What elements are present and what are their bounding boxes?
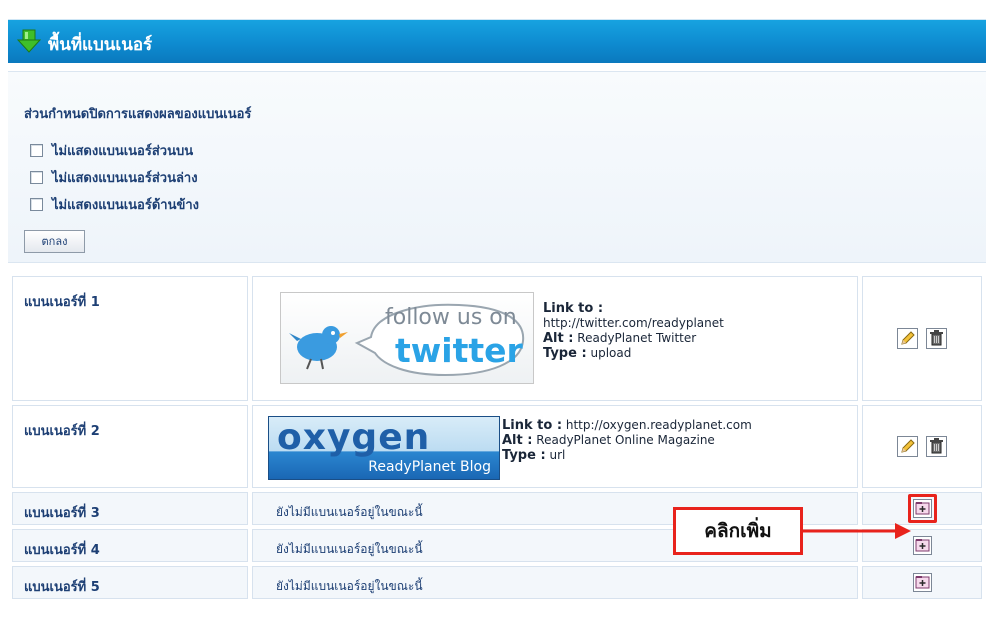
checkbox-hide-top[interactable] — [30, 143, 43, 157]
twitter-banner-image[interactable]: follow us on twitter — [280, 292, 534, 384]
banner-image-text-1: follow us on — [385, 305, 517, 330]
banner-area-panel: พื้นที่แบนเนอร์ ส่วนกำหนดปิดการแสดงผลของ… — [8, 19, 986, 599]
green-down-arrow-icon — [17, 29, 41, 53]
banner-actions-cell — [862, 405, 982, 488]
add-folder-icon — [915, 502, 929, 515]
alt-value: ReadyPlanet Online Magazine — [536, 433, 715, 447]
banner-name: แบนเนอร์ที่ 1 — [24, 295, 100, 310]
add-folder-icon — [915, 576, 929, 589]
alt-value: ReadyPlanet Twitter — [577, 331, 697, 345]
banner-name-cell: แบนเนอร์ที่ 3 — [12, 492, 248, 525]
banner-actions-cell — [862, 276, 982, 401]
link-label: Link to : — [543, 301, 604, 316]
table-row: แบนเนอร์ที่ 1 follow us on twitter Link … — [12, 276, 982, 401]
banner-content-cell: ยังไม่มีแบนเนอร์อยู่ในขณะนี้ — [252, 566, 858, 599]
type-value: url — [549, 448, 566, 462]
display-settings-box: ส่วนกำหนดปิดการแสดงผลของแบนเนอร์ ไม่แสดง… — [8, 71, 986, 263]
add-button[interactable] — [912, 573, 932, 592]
alt-label: Alt : — [502, 433, 533, 448]
delete-button[interactable] — [926, 328, 948, 349]
banner-info: Link to : http://twitter.com/readyplanet… — [543, 301, 724, 361]
add-button-highlight — [907, 494, 937, 523]
banner-name-cell: แบนเนอร์ที่ 1 — [12, 276, 248, 401]
ok-button[interactable]: ตกลง — [24, 230, 85, 253]
type-label: Type : — [543, 346, 587, 361]
add-folder-icon — [915, 539, 929, 552]
banner-image-text-2: twitter — [395, 331, 523, 370]
checkbox-hide-bottom[interactable] — [30, 170, 43, 184]
link-value: http://oxygen.readyplanet.com — [565, 418, 752, 432]
banner-name: แบนเนอร์ที่ 4 — [24, 543, 100, 558]
callout-arrow-icon — [803, 523, 911, 539]
add-button[interactable] — [912, 536, 932, 555]
click-add-callout: คลิกเพิ่ม — [673, 507, 803, 555]
option-label: ไม่แสดงแบนเนอร์ส่วนบน — [52, 143, 194, 159]
banner-content-cell: oxygen ReadyPlanet Blog Link to : http:/… — [252, 405, 858, 488]
edit-button[interactable] — [896, 328, 918, 349]
banner-actions-cell — [862, 566, 982, 599]
banner-info: Link to : http://oxygen.readyplanet.com … — [502, 418, 752, 463]
type-value: upload — [590, 346, 632, 360]
table-row: แบนเนอร์ที่ 5 ยังไม่มีแบนเนอร์อยู่ในขณะน… — [12, 566, 982, 599]
option-hide-top[interactable]: ไม่แสดงแบนเนอร์ส่วนบน — [30, 140, 193, 160]
banner-name-cell: แบนเนอร์ที่ 2 — [12, 405, 248, 488]
oxygen-banner-image[interactable]: oxygen ReadyPlanet Blog — [268, 416, 500, 480]
no-banner-text: ยังไม่มีแบนเนอร์อยู่ในขณะนี้ — [276, 579, 423, 593]
banner-name: แบนเนอร์ที่ 5 — [24, 580, 100, 595]
delete-button[interactable] — [926, 436, 948, 457]
banner-name-cell: แบนเนอร์ที่ 5 — [12, 566, 248, 599]
pencil-icon — [901, 439, 915, 453]
banner-name: แบนเนอร์ที่ 3 — [24, 506, 100, 521]
banner-name-cell: แบนเนอร์ที่ 4 — [12, 529, 248, 562]
section-header: พื้นที่แบนเนอร์ — [8, 19, 986, 63]
table-row: แบนเนอร์ที่ 2 oxygen ReadyPlanet Blog Li… — [12, 405, 982, 488]
banner-name: แบนเนอร์ที่ 2 — [24, 424, 100, 439]
section-title: พื้นที่แบนเนอร์ — [48, 35, 153, 55]
edit-button[interactable] — [896, 436, 918, 457]
option-label: ไม่แสดงแบนเนอร์ส่วนล่าง — [52, 170, 198, 186]
trash-icon — [930, 330, 944, 346]
banner-table: แบนเนอร์ที่ 1 follow us on twitter Link … — [8, 272, 986, 603]
option-hide-side[interactable]: ไม่แสดงแบนเนอร์ด้านข้าง — [30, 194, 199, 214]
link-label: Link to : — [502, 418, 563, 433]
checkbox-hide-side[interactable] — [30, 197, 43, 211]
banner-image-text-2: ReadyPlanet Blog — [368, 459, 491, 475]
settings-heading: ส่วนกำหนดปิดการแสดงผลของแบนเนอร์ — [24, 107, 252, 122]
banner-content-cell: follow us on twitter Link to : http://tw… — [252, 276, 858, 401]
banner-image-text-1: oxygen — [277, 417, 431, 458]
alt-label: Alt : — [543, 331, 574, 346]
twitter-bird-icon — [289, 326, 348, 370]
trash-icon — [930, 438, 944, 454]
option-hide-bottom[interactable]: ไม่แสดงแบนเนอร์ส่วนล่าง — [30, 167, 198, 187]
link-value: http://twitter.com/readyplanet — [543, 316, 724, 330]
pencil-icon — [901, 331, 915, 345]
option-label: ไม่แสดงแบนเนอร์ด้านข้าง — [52, 197, 200, 213]
type-label: Type : — [502, 448, 546, 463]
add-button[interactable] — [912, 499, 932, 518]
